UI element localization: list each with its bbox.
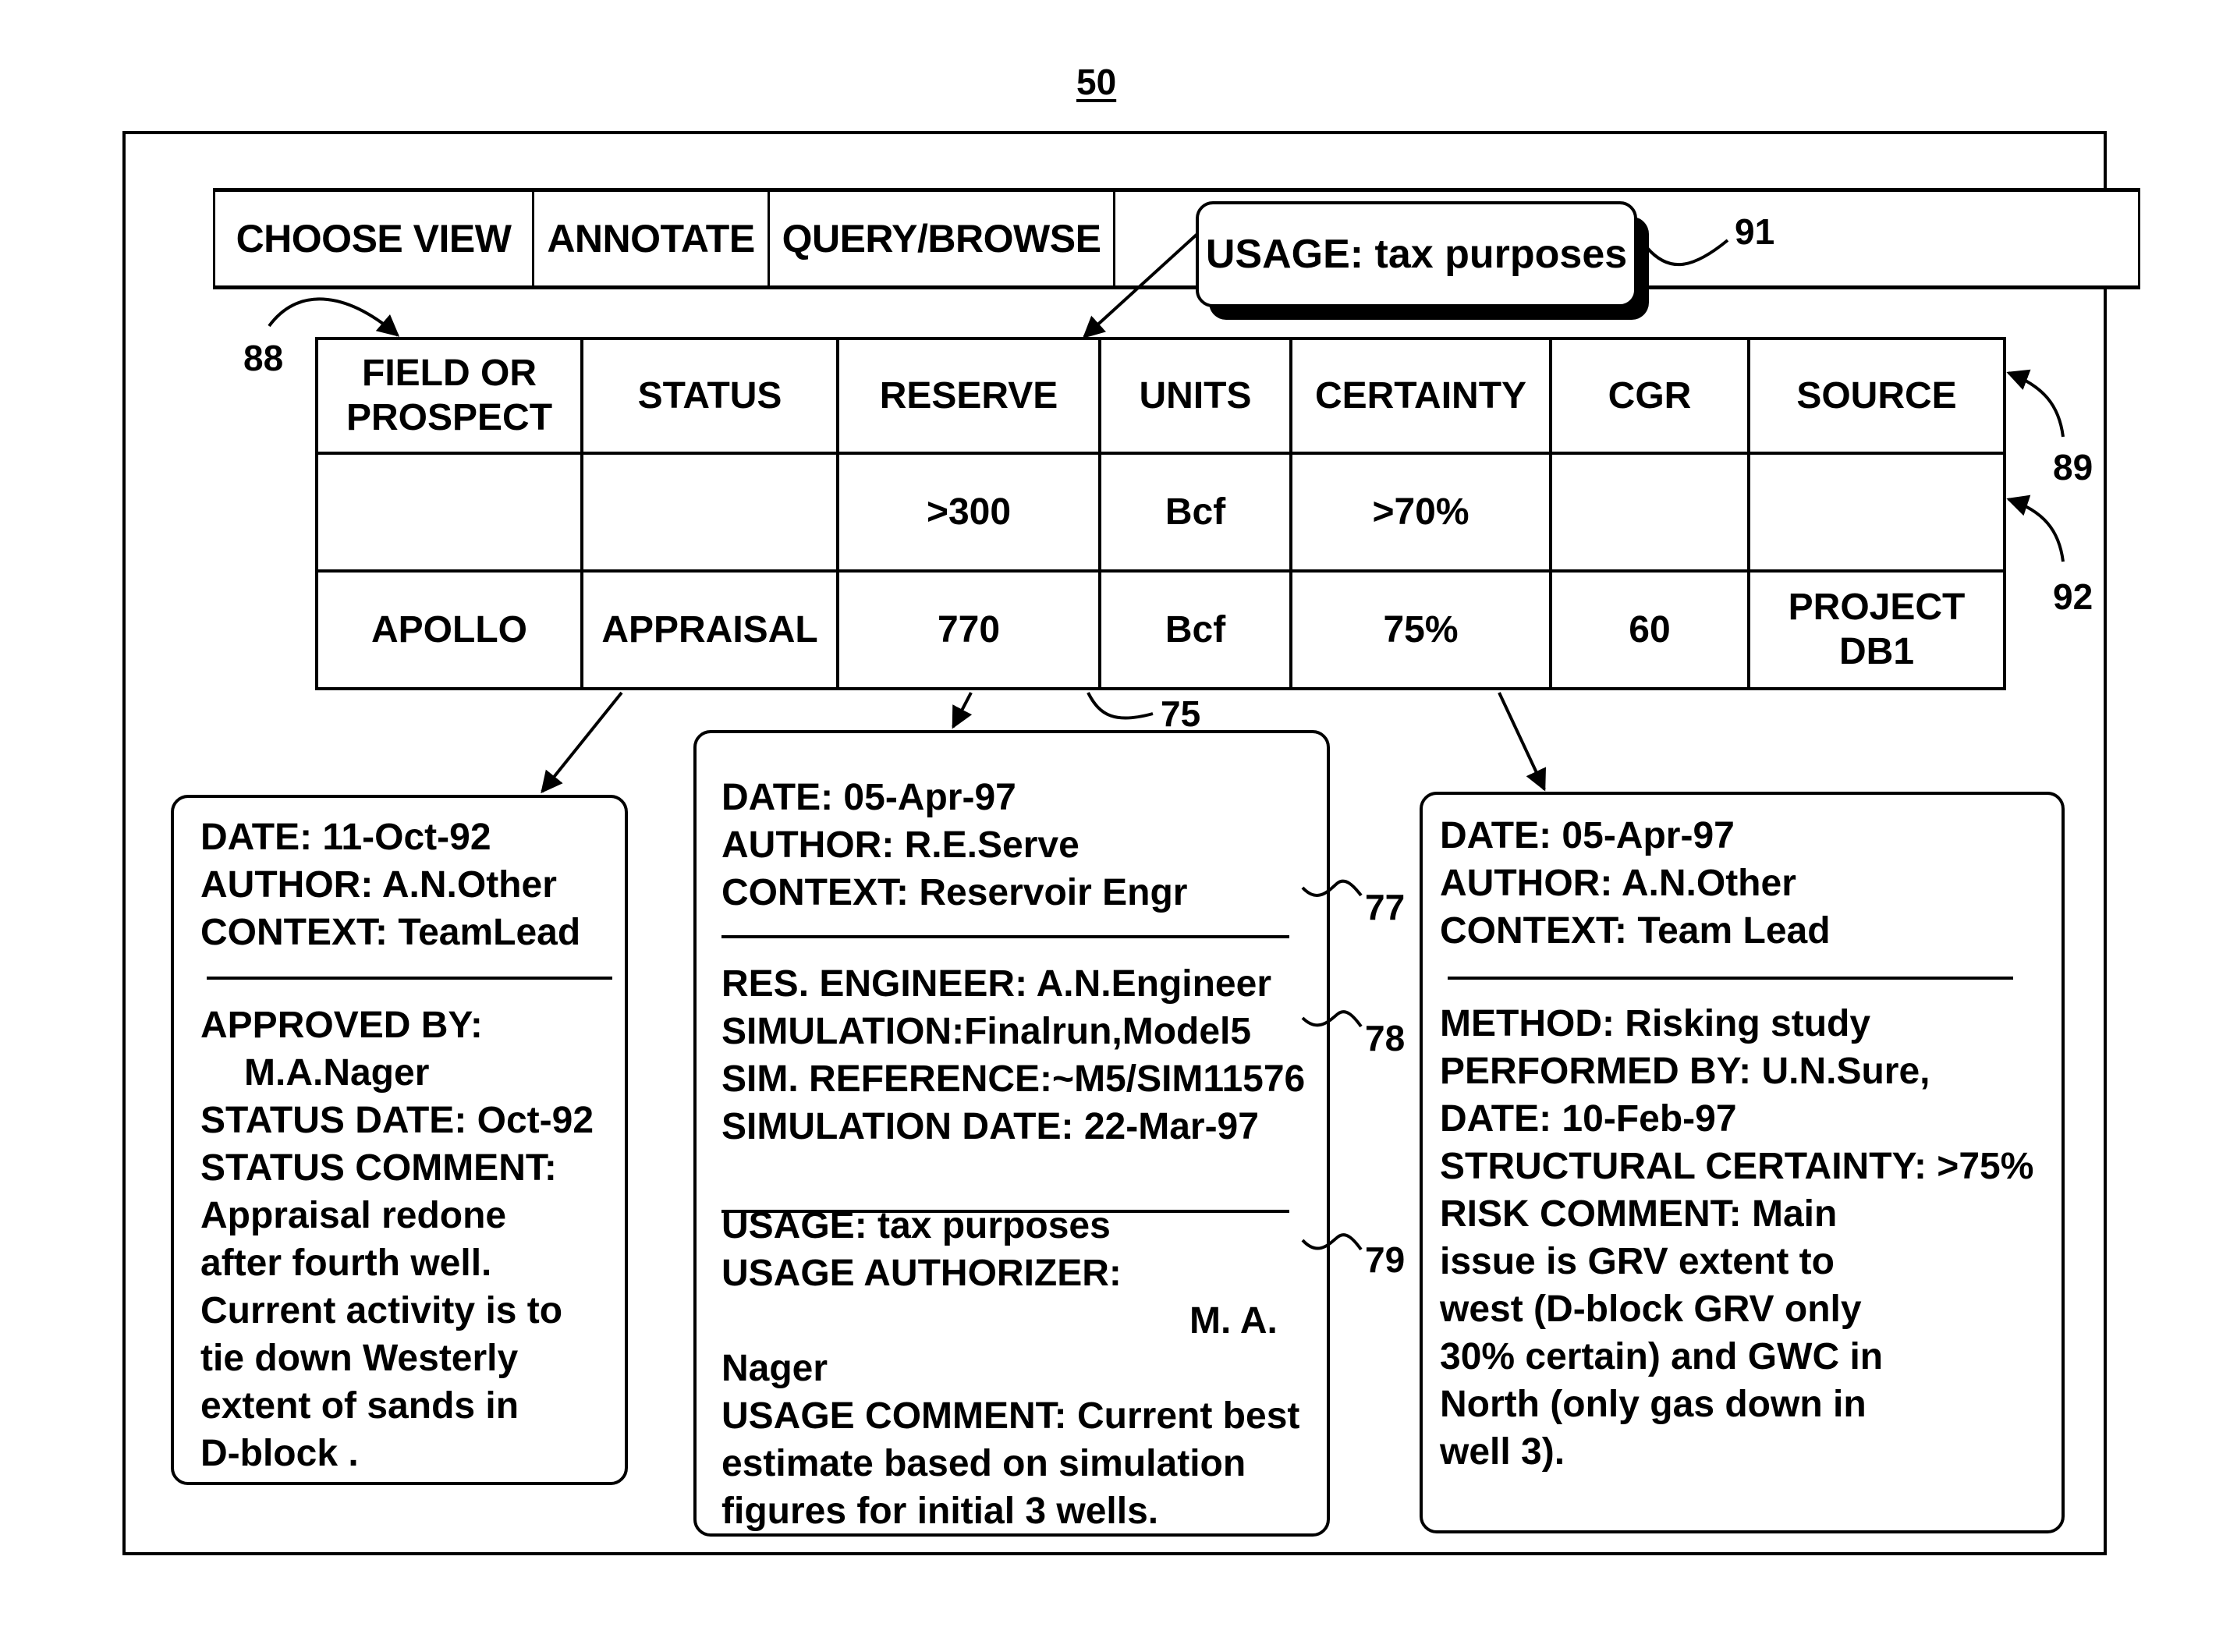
column-header-reserve[interactable]: RESERVE [836,337,1101,455]
column-header-units[interactable]: UNITS [1098,337,1292,455]
reserves-table: FIELD OR PROSPECT STATUS RESERVE UNITS CE… [315,337,2006,691]
query-row: >300 Bcf >70% [315,451,2006,573]
table-header-row: FIELD OR PROSPECT STATUS RESERVE UNITS CE… [315,337,2006,455]
status-comment-line: after fourth well. [200,1243,492,1284]
usage-value: USAGE: tax purposes [721,1205,1111,1246]
approved-by-value: M.A.Nager [244,1052,430,1094]
risk-comment-label: RISK COMMENT: Main [1440,1193,1838,1235]
annotation-context: CONTEXT: Reservoir Engr [721,872,1188,913]
divider [207,977,612,980]
risk-comment-line: west (D-block GRV only [1440,1289,1862,1330]
status-comment-label: STATUS COMMENT: [200,1147,557,1189]
usage-authorizer-surname: Nager [721,1348,828,1389]
divider [721,935,1289,938]
usage-tooltip: USAGE: tax purposes [1196,201,1637,307]
status-date: STATUS DATE: Oct-92 [200,1100,594,1141]
table-row: APOLLO APPRAISAL 770 Bcf 75% 60 PROJECT D… [315,569,2006,691]
annotation-author: AUTHOR: R.E.Serve [721,824,1080,866]
choose-view-button[interactable]: CHOOSE VIEW [215,192,534,285]
annotation-date: DATE: 11-Oct-92 [200,817,491,858]
res-engineer: RES. ENGINEER: A.N.Engineer [721,963,1271,1005]
usage-authorizer-initials: M. A. [1189,1300,1278,1342]
cell-cgr[interactable]: 60 [1549,569,1750,691]
ref-89: 89 [2053,447,2093,487]
column-header-source[interactable]: SOURCE [1747,337,2006,455]
risk-comment-line: North (only gas down in [1440,1384,1867,1425]
ref-79: 79 [1365,1239,1406,1280]
annotation-date: DATE: 05-Apr-97 [721,777,1016,818]
structural-certainty: STRUCTURAL CERTAINTY: >75% [1440,1146,2034,1187]
ref-77: 77 [1365,887,1406,927]
risk-comment-line: issue is GRV extent to [1440,1241,1835,1282]
certainty-annotation-panel: DATE: 05-Apr-97 AUTHOR: A.N.Other CONTEX… [1420,792,2065,1533]
query-cell-cgr[interactable] [1549,451,1750,573]
cell-source[interactable]: PROJECT DB1 [1747,569,2006,691]
status-comment-line: Current activity is to [200,1290,563,1331]
ref-91: 91 [1735,211,1775,252]
risk-comment-line: 30% certain) and GWC in [1440,1336,1884,1377]
query-browse-button[interactable]: QUERY/BROWSE [770,192,1115,285]
simulation-date: SIMULATION DATE: 22-Mar-97 [721,1106,1259,1147]
query-cell-certainty[interactable]: >70% [1289,451,1552,573]
usage-comment-line: USAGE COMMENT: Current best [721,1395,1300,1437]
annotation-author: AUTHOR: A.N.Other [1440,863,1796,904]
cell-status[interactable]: APPRAISAL [580,569,839,691]
approved-by-label: APPROVED BY: [200,1005,483,1046]
cell-certainty[interactable]: 75% [1289,569,1552,691]
annotation-date: DATE: 05-Apr-97 [1440,815,1735,856]
study-date: DATE: 10-Feb-97 [1440,1098,1737,1140]
simulation-reference: SIM. REFERENCE:~M5/SIM11576 [721,1058,1306,1100]
usage-comment-line: figures for initial 3 wells. [721,1491,1159,1532]
reserve-annotation-panel: DATE: 05-Apr-97 AUTHOR: R.E.Serve CONTEX… [693,730,1330,1537]
query-cell-units[interactable]: Bcf [1098,451,1292,573]
annotation-context: CONTEXT: TeamLead [200,912,581,953]
column-header-certainty[interactable]: CERTAINTY [1289,337,1552,455]
query-cell-status[interactable] [580,451,839,573]
status-comment-line: Appraisal redone [200,1195,507,1236]
usage-comment-line: estimate based on simulation [721,1443,1246,1484]
performed-by: PERFORMED BY: U.N.Sure, [1440,1051,1930,1092]
toolbar: CHOOSE VIEW ANNOTATE QUERY/BROWSE [213,188,2140,289]
query-cell-reserve[interactable]: >300 [836,451,1101,573]
column-header-field[interactable]: FIELD OR PROSPECT [315,337,583,455]
query-cell-field[interactable] [315,451,583,573]
figure-number: 50 [1076,62,1117,102]
usage-authorizer-label: USAGE AUTHORIZER: [721,1253,1122,1294]
status-comment-line: D-block . [200,1433,359,1474]
ref-78: 78 [1365,1018,1406,1058]
simulation-name: SIMULATION:Finalrun,Model5 [721,1011,1252,1052]
method: METHOD: Risking study [1440,1003,1871,1044]
divider [1448,977,2013,980]
annotation-context: CONTEXT: Team Lead [1440,910,1831,952]
status-comment-line: extent of sands in [200,1385,519,1427]
column-header-cgr[interactable]: CGR [1549,337,1750,455]
query-cell-source[interactable] [1747,451,2006,573]
annotation-author: AUTHOR: A.N.Other [200,864,557,906]
ref-75: 75 [1161,693,1201,734]
annotate-button[interactable]: ANNOTATE [534,192,770,285]
ref-92: 92 [2053,576,2093,617]
cell-field[interactable]: APOLLO [315,569,583,691]
status-annotation-panel: DATE: 11-Oct-92 AUTHOR: A.N.Other CONTEX… [171,795,628,1485]
cell-units[interactable]: Bcf [1098,569,1292,691]
risk-comment-line: well 3). [1440,1431,1565,1473]
status-comment-line: tie down Westerly [200,1338,519,1379]
column-header-status[interactable]: STATUS [580,337,839,455]
ref-88: 88 [243,338,284,378]
cell-reserve[interactable]: 770 [836,569,1101,691]
